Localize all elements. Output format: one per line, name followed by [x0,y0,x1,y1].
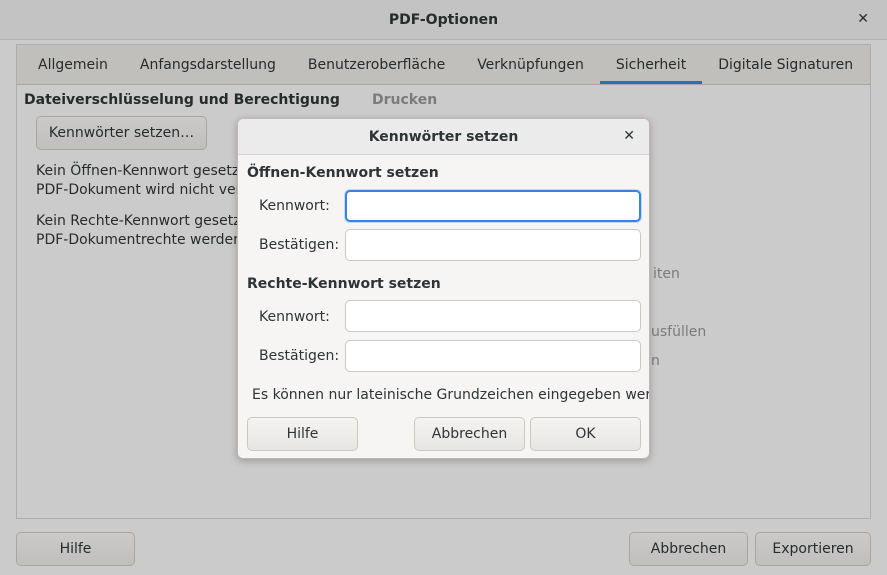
open-password-label: Kennwort: [259,198,330,214]
rights-password-input[interactable] [345,300,641,332]
set-passwords-dialog: Kennwörter setzen ✕ Öffnen-Kennwort setz… [237,118,650,459]
latin-chars-info: Es können nur lateinische Grundzeichen e… [252,387,650,403]
rights-password-section-title: Rechte-Kennwort setzen [247,276,441,292]
close-icon[interactable]: ✕ [623,128,635,144]
rights-confirm-input[interactable] [345,340,641,372]
open-password-input[interactable] [345,190,641,222]
dialog-cancel-button[interactable]: Abbrechen [414,417,525,451]
rights-confirm-label: Bestätigen: [259,348,340,364]
open-password-section-title: Öffnen-Kennwort setzen [247,165,439,181]
open-confirm-label: Bestätigen: [259,237,340,253]
dialog-ok-button[interactable]: OK [530,417,641,451]
dialog-title: Kennwörter setzen [238,119,649,155]
dialog-help-button[interactable]: Hilfe [247,417,358,451]
rights-password-label: Kennwort: [259,309,330,325]
open-confirm-input[interactable] [345,229,641,261]
